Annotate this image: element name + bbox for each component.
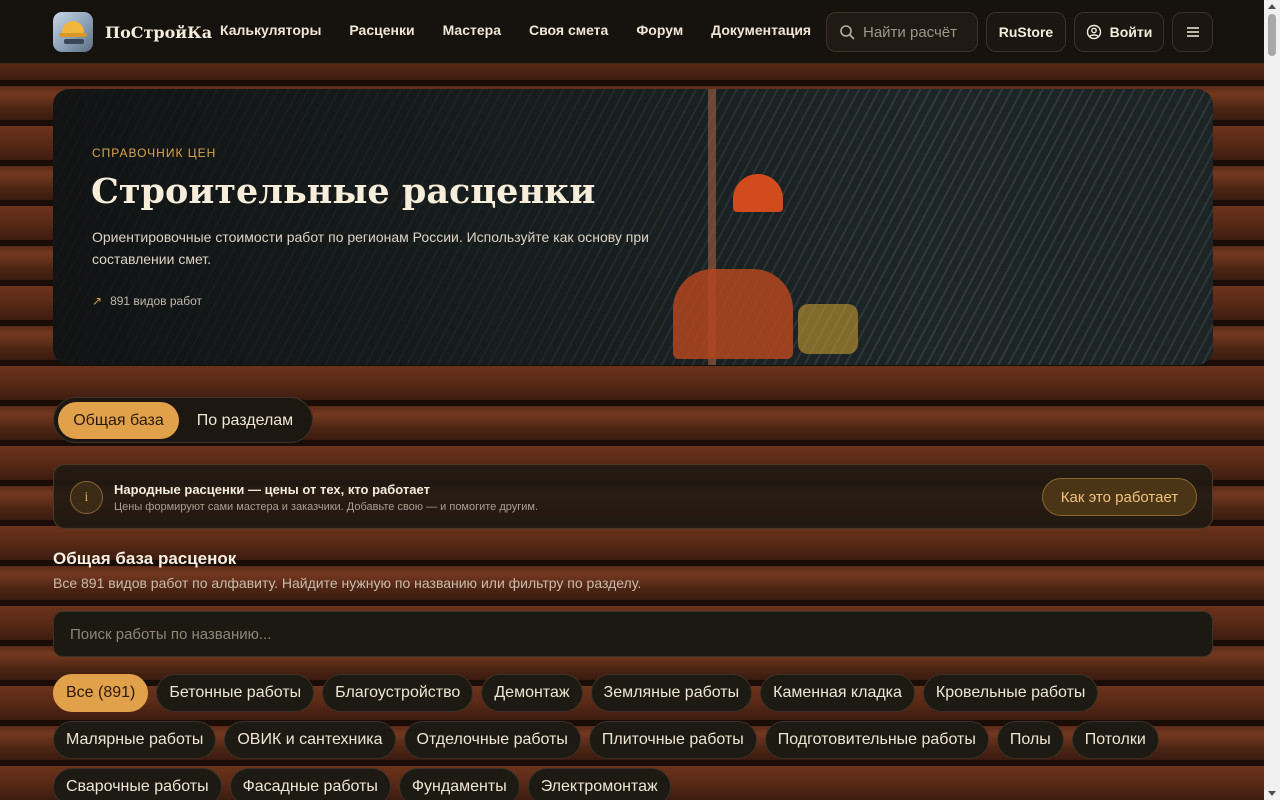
filter-chip[interactable]: Фундаменты xyxy=(398,768,520,800)
filter-chip-all[interactable]: Все (891) xyxy=(53,674,149,712)
nav-item-prices[interactable]: Расценки xyxy=(349,22,414,38)
hero-photo-worker-helmet xyxy=(733,174,783,212)
filter-chip[interactable]: ОВИК и сантехника xyxy=(224,721,396,759)
filter-chip[interactable]: Плиточные работы xyxy=(588,721,757,759)
logo-helmet-icon xyxy=(53,12,93,52)
work-search-input[interactable] xyxy=(70,625,1212,643)
scroll-down-arrow-icon[interactable] xyxy=(1268,791,1276,796)
filter-chip[interactable]: Земляные работы xyxy=(590,674,753,712)
hero-stat: ↗ 891 видов работ xyxy=(92,294,202,308)
login-label: Войти xyxy=(1109,24,1153,40)
filter-chip[interactable]: Благоустройство xyxy=(322,674,474,712)
nav-item-forum[interactable]: Форум xyxy=(636,22,683,38)
filter-chip[interactable]: Сварочные работы xyxy=(53,768,222,800)
header-search[interactable]: Найти расчёт xyxy=(826,12,978,52)
filter-chip[interactable]: Электромонтаж xyxy=(527,768,671,800)
how-it-works-button[interactable]: Как это работает xyxy=(1042,478,1197,516)
info-title: Народные расценки — цены от тех, кто раб… xyxy=(114,482,430,497)
search-icon xyxy=(840,25,855,40)
rustore-button[interactable]: RuStore xyxy=(986,12,1066,52)
filter-chip[interactable]: Демонтаж xyxy=(481,674,583,712)
filter-chip[interactable]: Полы xyxy=(996,721,1064,759)
hero-banner: СПРАВОЧНИК ЦЕН Строительные расценки Ори… xyxy=(53,89,1213,365)
brand-name: ПоСтройКа xyxy=(105,22,213,42)
info-subtitle: Цены формируют сами мастера и заказчики.… xyxy=(114,501,539,513)
nav-item-documentation[interactable]: Документация xyxy=(711,22,811,38)
login-button[interactable]: Войти xyxy=(1074,12,1164,52)
hero-photo-helmet-yellow xyxy=(798,304,858,354)
scroll-up-arrow-icon[interactable] xyxy=(1268,4,1276,9)
filter-chip[interactable]: Подготовительные работы xyxy=(764,721,989,759)
nav-item-masters[interactable]: Мастера xyxy=(443,22,501,38)
page-title: Строительные расценки xyxy=(91,171,596,212)
section-title: Общая база расценок xyxy=(53,549,237,568)
filter-chip[interactable]: Бетонные работы xyxy=(156,674,315,712)
info-banner: i Народные расценки — цены от тех, кто р… xyxy=(53,464,1213,529)
header-search-placeholder: Найти расчёт xyxy=(863,23,958,41)
work-search xyxy=(53,611,1213,657)
brand-logo[interactable]: ПоСтройКа xyxy=(53,12,212,52)
view-tabs: Общая база По разделам xyxy=(53,397,313,443)
tab-general-base[interactable]: Общая база xyxy=(58,402,179,439)
nav-item-own-estimate[interactable]: Своя смета xyxy=(529,22,608,38)
user-circle-icon xyxy=(1086,24,1101,40)
trending-up-icon: ↗ xyxy=(92,294,103,308)
hamburger-icon xyxy=(1186,27,1199,37)
info-icon: i xyxy=(70,481,103,514)
top-bar: ПоСтройКа Калькуляторы Расценки Мастера … xyxy=(0,0,1264,64)
hero-description: Ориентировочные стоимости работ по регио… xyxy=(92,229,649,267)
filter-chip[interactable]: Малярные работы xyxy=(53,721,217,759)
category-filters: Все (891) Бетонные работы Благоустройств… xyxy=(53,674,1213,800)
tab-by-sections[interactable]: По разделам xyxy=(183,402,307,439)
filter-chip[interactable]: Фасадные работы xyxy=(229,768,391,800)
scrollbar-thumb[interactable] xyxy=(1268,14,1276,56)
hero-photo-worker xyxy=(673,269,793,359)
filter-chip[interactable]: Потолки xyxy=(1071,721,1159,759)
page-scrollbar[interactable] xyxy=(1264,0,1280,800)
nav-item-calculators[interactable]: Калькуляторы xyxy=(220,22,321,38)
filter-chip[interactable]: Отделочные работы xyxy=(403,721,581,759)
hero-kicker: СПРАВОЧНИК ЦЕН xyxy=(92,146,217,160)
section-subtitle: Все 891 видов работ по алфавиту. Найдите… xyxy=(53,575,642,591)
main-nav: Калькуляторы Расценки Мастера Своя смета… xyxy=(220,22,839,38)
menu-button[interactable] xyxy=(1172,12,1213,52)
filter-chip[interactable]: Кровельные работы xyxy=(922,674,1099,712)
filter-chip[interactable]: Каменная кладка xyxy=(760,674,915,712)
hero-stat-text: 891 видов работ xyxy=(110,294,203,308)
